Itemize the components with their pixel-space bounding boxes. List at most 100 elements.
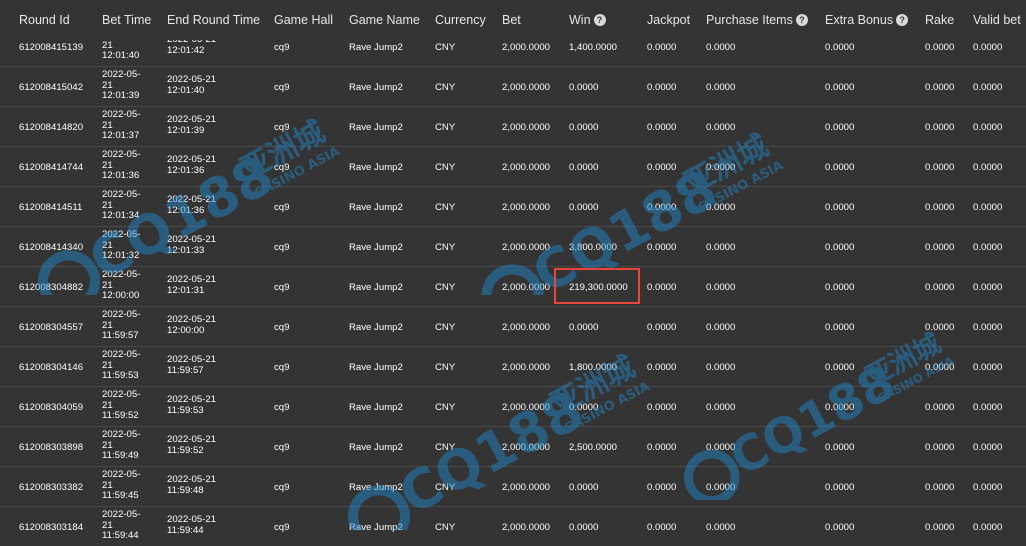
round-id-cell: 612008304557 bbox=[19, 322, 84, 333]
bet-time-line: 2022-05- bbox=[102, 149, 141, 160]
valid-bet-cell: 0.0000 bbox=[973, 162, 1003, 173]
round-id-cell: 612008304146 bbox=[19, 362, 84, 373]
table-header: Round Id Bet Time End Round Time Game Hall G… bbox=[0, 0, 1026, 40]
column-header-jackpot[interactable]: Jackpot bbox=[647, 13, 690, 27]
table-row[interactable]: 612008304557 cq9 Rave Jump2 CNY 2,000.0000 0.… bbox=[0, 306, 1026, 346]
bet-time-cell: 2022-05- 21 11:59:45 bbox=[102, 469, 141, 502]
valid-bet-cell: 0.0000 bbox=[973, 82, 1003, 93]
help-icon[interactable]: ? bbox=[593, 14, 606, 26]
column-header-purchase-items[interactable]: Purchase Items? bbox=[706, 13, 808, 27]
column-header-bet-time[interactable]: Bet Time bbox=[102, 13, 151, 27]
table-row[interactable]: 612008414820 cq9 Rave Jump2 CNY 2,000.0000 0.… bbox=[0, 106, 1026, 146]
column-header-label: Jackpot bbox=[647, 13, 691, 27]
column-header-currency[interactable]: Currency bbox=[435, 13, 486, 27]
table-row[interactable]: 612008303382 cq9 Rave Jump2 CNY 2,000.0000 0.… bbox=[0, 466, 1026, 506]
column-header-rake[interactable]: Rake bbox=[925, 13, 954, 27]
table-row[interactable]: 612008415042 cq9 Rave Jump2 CNY 2,000.0000 0.… bbox=[0, 66, 1026, 106]
bet-time-line: 2022-05- bbox=[102, 429, 141, 440]
bet-cell: 2,000.0000 bbox=[502, 402, 551, 413]
table-row[interactable]: 612008304882 cq9 Rave Jump2 CNY 2,000.0000 21… bbox=[0, 266, 1026, 306]
bet-cell: 2,000.0000 bbox=[502, 242, 551, 253]
table-row[interactable]: 612008304146 cq9 Rave Jump2 CNY 2,000.0000 1,… bbox=[0, 346, 1026, 386]
end-time-line: 12:01:31 bbox=[167, 284, 205, 296]
end-time-line: 12:01:40 bbox=[167, 84, 205, 96]
jackpot-cell: 0.0000 bbox=[647, 202, 677, 213]
bet-time-line: 2022-05- bbox=[102, 229, 141, 240]
table-row[interactable]: 612008414340 cq9 Rave Jump2 CNY 2,000.0000 3,… bbox=[0, 226, 1026, 266]
end-time-line: 2022-05-21 bbox=[167, 314, 217, 325]
column-header-win[interactable]: Win? bbox=[569, 13, 606, 27]
win-cell: 0.0000 bbox=[569, 522, 599, 533]
bet-time-line: 2022-05- bbox=[102, 109, 141, 120]
game-name-cell: Rave Jump2 bbox=[349, 82, 403, 93]
purchase-items-cell: 0.0000 bbox=[706, 482, 736, 493]
column-header-label: Valid bet bbox=[973, 13, 1021, 27]
valid-bet-cell: 0.0000 bbox=[973, 242, 1003, 253]
end-time-line: 11:59:44 bbox=[167, 524, 204, 536]
extra-bonus-cell: 0.0000 bbox=[825, 202, 855, 213]
table-row[interactable]: 612008303184 cq9 Rave Jump2 CNY 2,000.0000 0.… bbox=[0, 506, 1026, 546]
column-header-valid-bet[interactable]: Valid bet bbox=[973, 13, 1021, 27]
bet-time-line: 12:01:34 bbox=[102, 210, 140, 222]
help-icon[interactable]: ? bbox=[896, 14, 909, 26]
end-round-time-cell: 2022-05-21 12:01:31 bbox=[167, 274, 216, 296]
purchase-items-cell: 0.0000 bbox=[706, 242, 736, 253]
bet-time-line: 2022-05- bbox=[102, 469, 141, 480]
extra-bonus-cell: 0.0000 bbox=[825, 442, 855, 453]
win-cell: 0.0000 bbox=[569, 202, 599, 213]
column-header-game-name[interactable]: Game Name bbox=[349, 13, 420, 27]
valid-bet-cell: 0.0000 bbox=[973, 322, 1003, 333]
purchase-items-cell: 0.0000 bbox=[706, 202, 736, 213]
currency-cell: CNY bbox=[435, 402, 456, 413]
column-header-end-round-time[interactable]: End Round Time bbox=[167, 13, 260, 27]
bet-time-line: 11:59:53 bbox=[102, 370, 139, 382]
game-hall-cell: cq9 bbox=[274, 122, 290, 133]
bet-time-cell: 2022-05- 21 11:59:44 bbox=[102, 509, 140, 542]
table-row[interactable]: 612008303898 cq9 Rave Jump2 CNY 2,000.0000 2,… bbox=[0, 426, 1026, 466]
column-header-bet[interactable]: Bet bbox=[502, 13, 521, 27]
win-cell: 0.0000 bbox=[569, 162, 599, 173]
end-time-line: 2022-05-21 bbox=[167, 514, 217, 525]
game-hall-cell: cq9 bbox=[274, 362, 290, 373]
bet-time-cell: 2022-05- 21 11:59:52 bbox=[102, 389, 140, 422]
column-header-label: Rake bbox=[925, 13, 955, 27]
jackpot-cell: 0.0000 bbox=[647, 322, 677, 333]
end-time-line: 11:59:48 bbox=[167, 484, 204, 496]
bet-time-cell: 2022-05- 21 12:00:00 bbox=[102, 269, 140, 302]
bet-time-cell: 2022-05- 21 12:01:34 bbox=[102, 189, 140, 222]
jackpot-cell: 0.0000 bbox=[647, 42, 677, 53]
currency-cell: CNY bbox=[435, 42, 456, 53]
bet-cell: 2,000.0000 bbox=[502, 162, 551, 173]
column-header-extra-bonus[interactable]: Extra Bonus? bbox=[825, 13, 909, 27]
bet-time-cell: 2022-05- 21 11:59:49 bbox=[102, 429, 141, 462]
currency-cell: CNY bbox=[435, 522, 456, 533]
table-row[interactable]: 612008414744 cq9 Rave Jump2 CNY 2,000.0000 0.… bbox=[0, 146, 1026, 186]
column-header-game-hall[interactable]: Game Hall bbox=[274, 13, 333, 27]
bet-cell: 2,000.0000 bbox=[502, 322, 551, 333]
extra-bonus-cell: 0.0000 bbox=[825, 322, 855, 333]
bet-cell: 2,000.0000 bbox=[502, 122, 551, 133]
win-cell: 0.0000 bbox=[569, 122, 599, 133]
purchase-items-cell: 0.0000 bbox=[706, 162, 736, 173]
game-hall-cell: cq9 bbox=[274, 482, 290, 493]
valid-bet-cell: 0.0000 bbox=[973, 442, 1003, 453]
end-time-line: 2022-05-21 bbox=[167, 154, 217, 165]
game-hall-cell: cq9 bbox=[274, 242, 290, 253]
bet-time-line: 12:01:37 bbox=[102, 130, 140, 142]
round-id-cell: 612008304059 bbox=[19, 402, 84, 413]
bet-cell: 2,000.0000 bbox=[502, 82, 551, 93]
end-time-line: 2022-05-21 bbox=[167, 354, 217, 365]
bet-cell: 2,000.0000 bbox=[502, 282, 551, 293]
bet-time-line: 11:59:44 bbox=[102, 530, 139, 542]
help-icon[interactable]: ? bbox=[795, 14, 808, 26]
table-row[interactable]: 612008304059 cq9 Rave Jump2 CNY 2,000.0000 0.… bbox=[0, 386, 1026, 426]
game-hall-cell: cq9 bbox=[274, 202, 290, 213]
bet-cell: 2,000.0000 bbox=[502, 522, 551, 533]
bet-time-line: 12:01:40 bbox=[102, 50, 140, 62]
round-id-cell: 612008414511 bbox=[19, 202, 83, 213]
game-hall-cell: cq9 bbox=[274, 322, 290, 333]
rake-cell: 0.0000 bbox=[925, 202, 955, 213]
table-row[interactable]: 612008414511 cq9 Rave Jump2 CNY 2,000.0000 0.… bbox=[0, 186, 1026, 226]
column-header-round-id[interactable]: Round Id bbox=[19, 13, 70, 27]
rake-cell: 0.0000 bbox=[925, 82, 955, 93]
